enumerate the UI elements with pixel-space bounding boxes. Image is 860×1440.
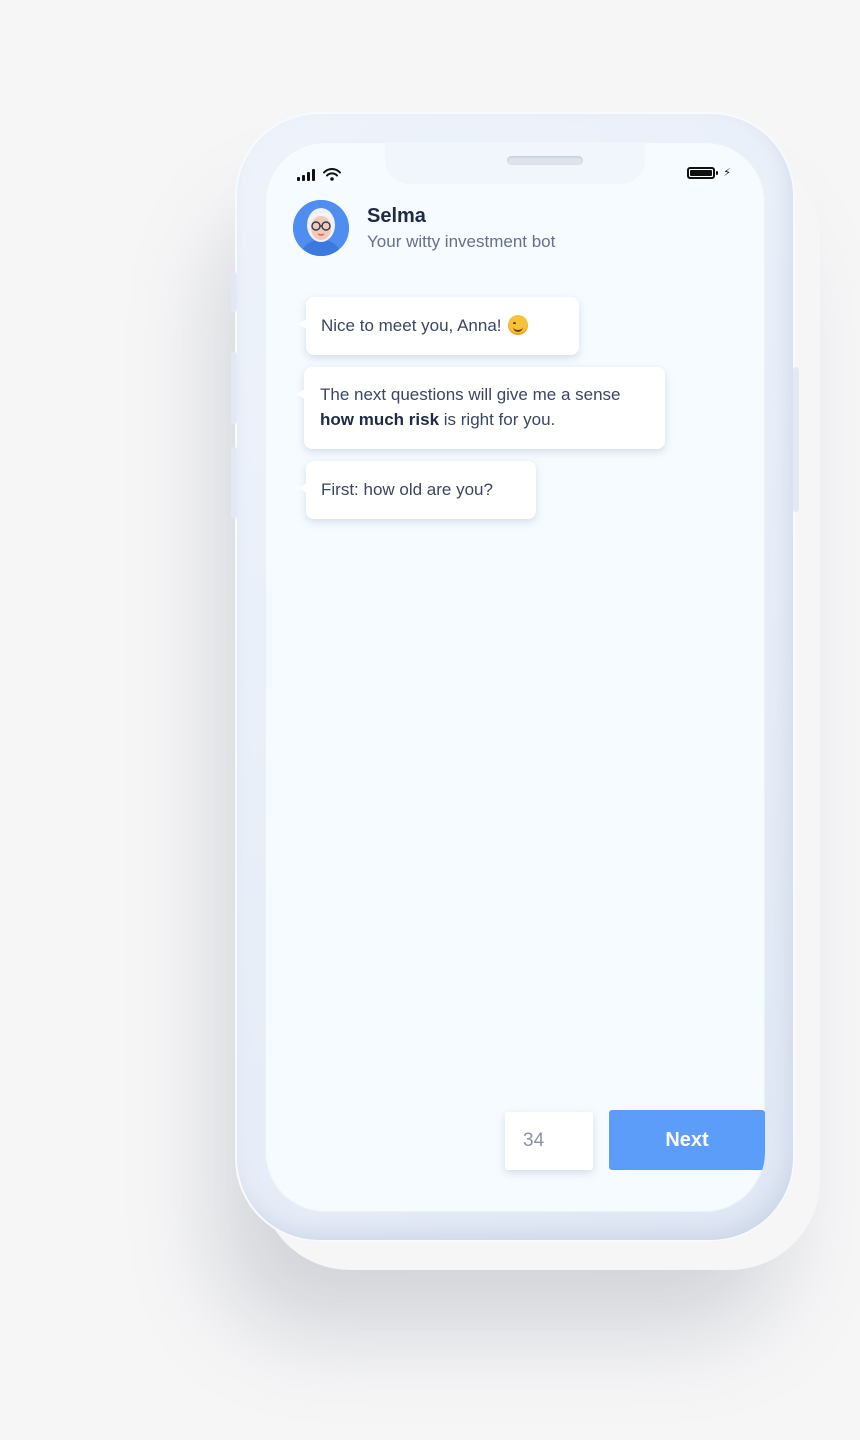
phone-frame: ⚡ Selma Your witty investment bot Nice t… bbox=[231, 112, 799, 1242]
message-bold-text: how much risk bbox=[320, 410, 440, 429]
message-text: is right for you. bbox=[439, 410, 556, 429]
chat-bubble-risk: The next questions will give me a sense … bbox=[296, 367, 665, 449]
status-bar-left bbox=[297, 168, 341, 181]
volume-down-button bbox=[231, 447, 237, 519]
message-text: Nice to meet you, Anna! bbox=[321, 316, 502, 335]
header-titles: Selma Your witty investment bot bbox=[367, 205, 555, 252]
chat-bubble-question: First: how old are you? bbox=[298, 461, 536, 519]
next-button[interactable]: Next bbox=[609, 1110, 765, 1170]
chat-header: Selma Your witty investment bot bbox=[293, 200, 555, 256]
chat-bubble-greeting: Nice to meet you, Anna! bbox=[298, 297, 579, 355]
cellular-signal-icon bbox=[297, 169, 315, 181]
bot-avatar-illustration bbox=[293, 200, 349, 256]
bot-subtitle: Your witty investment bot bbox=[367, 231, 556, 251]
age-input[interactable] bbox=[505, 1112, 593, 1170]
mute-switch bbox=[231, 272, 237, 312]
message-text: First: how old are you? bbox=[321, 480, 493, 499]
phone-screen: ⚡ Selma Your witty investment bot Nice t… bbox=[265, 142, 765, 1212]
charging-bolt-icon: ⚡ bbox=[723, 166, 731, 179]
bot-avatar bbox=[293, 200, 349, 256]
status-bar-right: ⚡ bbox=[687, 166, 731, 179]
smiling-face-emoji-icon bbox=[507, 315, 528, 335]
bot-name: Selma bbox=[367, 204, 426, 227]
message-text: The next questions will give me a sense bbox=[320, 385, 621, 404]
volume-up-button bbox=[231, 352, 237, 424]
speaker-grille bbox=[507, 156, 583, 165]
wifi-icon bbox=[323, 168, 341, 181]
power-button bbox=[793, 367, 799, 512]
battery-full-icon bbox=[687, 166, 719, 179]
